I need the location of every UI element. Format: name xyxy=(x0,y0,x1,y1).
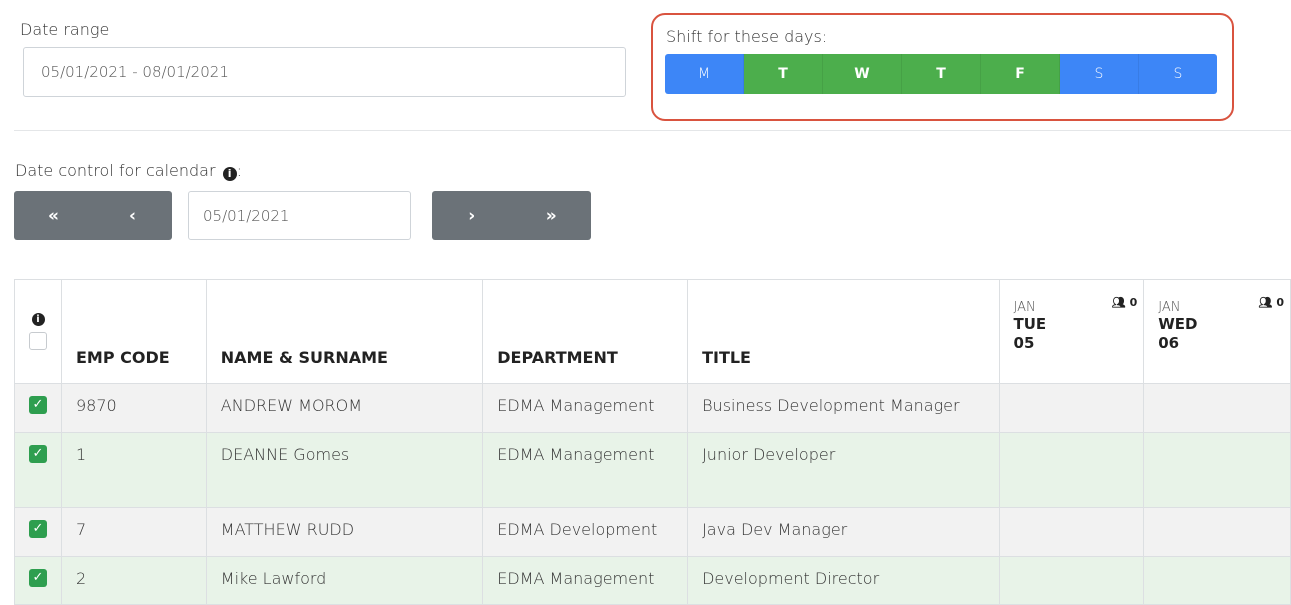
table-row[interactable]: ✓ 9870 ANDREW MOROM EDMA Management Busi… xyxy=(14,383,1291,433)
shift-cell[interactable] xyxy=(1143,383,1291,433)
users-icon: 👥︎ xyxy=(1258,296,1273,309)
calendar-control-label-text: Date control for calendar xyxy=(15,161,216,180)
shift-cell[interactable] xyxy=(998,432,1145,508)
calendar-control-label-suffix: : xyxy=(236,161,243,180)
date-weekday: TUE xyxy=(1013,315,1047,333)
date-range-label: Date range xyxy=(20,20,110,39)
day-toggle-friday[interactable]: F xyxy=(981,54,1060,94)
shift-cell[interactable] xyxy=(998,507,1145,557)
calendar-control-label: Date control for calendar i: xyxy=(15,161,242,181)
table-row[interactable]: ✓ 2 Mike Lawford EDMA Management Develop… xyxy=(14,556,1291,605)
shift-days-label: Shift for these days: xyxy=(666,27,828,46)
emp-code-cell: 7 xyxy=(61,507,207,557)
users-icon: 👥︎ xyxy=(1111,296,1126,309)
title-cell: Java Dev Manager xyxy=(687,507,1000,557)
date-range-input[interactable] xyxy=(23,47,626,97)
calendar-date-input[interactable] xyxy=(188,191,411,240)
title-cell: Development Director xyxy=(687,556,1000,605)
emp-code-cell: 2 xyxy=(61,556,207,605)
column-header-emp-code[interactable]: EMP CODE xyxy=(61,279,207,384)
row-select-cell: ✓ xyxy=(14,556,62,605)
name-cell: DEANNE Gomes xyxy=(205,432,484,508)
column-header-date[interactable]: JAN TUE 05 👥︎ 0 xyxy=(998,279,1145,384)
day-toggle-monday[interactable]: M xyxy=(665,54,744,94)
shift-cell[interactable] xyxy=(998,556,1145,605)
info-icon[interactable]: i xyxy=(222,167,237,181)
shift-days-toggle-group: M T W T F S S xyxy=(665,54,1217,94)
select-all-header: i xyxy=(14,279,62,384)
assigned-users-count: 👥︎ 0 xyxy=(1259,296,1284,309)
department-cell: EDMA Development xyxy=(482,507,689,557)
next-button[interactable]: › xyxy=(432,191,512,240)
row-checkbox[interactable]: ✓ xyxy=(29,520,47,538)
row-select-cell: ✓ xyxy=(14,383,62,433)
calendar-forward-buttons: › » xyxy=(432,191,591,240)
name-cell: ANDREW MOROM xyxy=(205,383,484,433)
users-count: 0 xyxy=(1129,296,1138,309)
select-all-checkbox[interactable] xyxy=(29,332,47,350)
users-count: 0 xyxy=(1276,296,1284,309)
shift-cell[interactable] xyxy=(1143,507,1291,557)
name-cell: MATTHEW RUDD xyxy=(205,507,484,557)
row-checkbox[interactable]: ✓ xyxy=(29,396,47,414)
emp-code-cell: 1 xyxy=(61,432,207,508)
info-icon[interactable]: i xyxy=(31,313,45,326)
shift-cell[interactable] xyxy=(1143,432,1291,508)
day-toggle-saturday[interactable]: S xyxy=(1060,54,1139,94)
shift-cell[interactable] xyxy=(998,383,1145,433)
assigned-users-count: 👥︎ 0 xyxy=(1112,296,1137,309)
day-toggle-wednesday[interactable]: W xyxy=(823,54,902,94)
table-row[interactable]: ✓ 1 DEANNE Gomes EDMA Management Junior … xyxy=(14,432,1291,508)
title-cell: Junior Developer xyxy=(687,432,1000,508)
date-weekday: WED xyxy=(1158,315,1198,333)
date-day: 05 xyxy=(1013,334,1035,352)
column-header-name[interactable]: NAME & SURNAME xyxy=(205,279,484,384)
previous-button[interactable]: ‹ xyxy=(93,191,172,240)
date-day: 06 xyxy=(1158,334,1180,352)
row-select-cell: ✓ xyxy=(14,507,62,557)
row-checkbox[interactable]: ✓ xyxy=(29,445,47,463)
calendar-back-buttons: « ‹ xyxy=(14,191,172,240)
section-divider xyxy=(14,130,1291,131)
shift-cell[interactable] xyxy=(1143,556,1291,605)
column-header-date[interactable]: JAN WED 06 👥︎ 0 xyxy=(1143,279,1291,384)
department-cell: EDMA Management xyxy=(482,556,689,605)
column-header-department[interactable]: DEPARTMENT xyxy=(482,279,689,384)
table-header-row: i EMP CODE NAME & SURNAME DEPARTMENT TIT… xyxy=(14,279,1291,384)
last-page-button[interactable]: » xyxy=(512,191,592,240)
department-cell: EDMA Management xyxy=(482,383,689,433)
day-toggle-tuesday[interactable]: T xyxy=(744,54,823,94)
day-toggle-thursday[interactable]: T xyxy=(902,54,981,94)
name-cell: Mike Lawford xyxy=(205,556,484,605)
column-header-title[interactable]: TITLE xyxy=(687,279,1000,384)
title-cell: Business Development Manager xyxy=(687,383,1000,433)
first-page-button[interactable]: « xyxy=(14,191,93,240)
emp-code-cell: 9870 xyxy=(61,383,207,433)
table-row[interactable]: ✓ 7 MATTHEW RUDD EDMA Development Java D… xyxy=(14,507,1291,557)
day-toggle-sunday[interactable]: S xyxy=(1139,54,1217,94)
department-cell: EDMA Management xyxy=(482,432,689,508)
row-select-cell: ✓ xyxy=(14,432,62,508)
employee-shift-table: i EMP CODE NAME & SURNAME DEPARTMENT TIT… xyxy=(14,279,1291,605)
row-checkbox[interactable]: ✓ xyxy=(29,569,47,587)
